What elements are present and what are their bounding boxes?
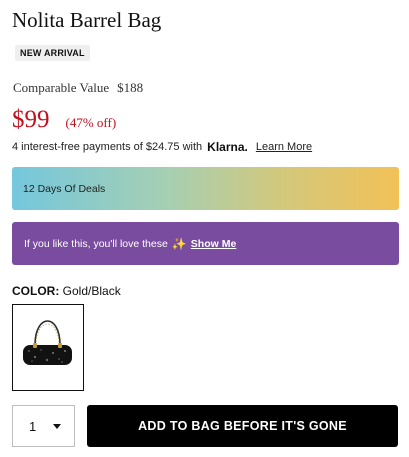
bag-thumbnail-image [23,320,72,365]
discount-percent: (47% off) [65,115,117,130]
quantity-selector[interactable]: 1 [12,405,75,447]
deals-banner-label: 12 Days Of Deals [23,182,106,195]
sparkle-icon: ✨ [171,236,187,251]
comparable-label: Comparable Value [13,80,110,95]
price-row: $99 (47% off) [12,104,116,137]
product-title: Nolita Barrel Bag [12,8,162,32]
klarna-installments: 4 interest-free payments of $24.75 with … [12,140,312,154]
recommendation-text: If you like this, you'll love these [24,237,168,250]
show-me-link[interactable]: Show Me [191,238,237,250]
color-value: Gold/Black [62,284,121,298]
sale-price: $99 [12,106,50,133]
new-arrival-badge: NEW ARRIVAL [15,45,90,61]
color-swatch-gold-black[interactable] [12,304,84,391]
add-to-bag-button[interactable]: ADD TO BAG BEFORE IT'S GONE [87,405,398,447]
color-label: COLOR: [12,284,60,298]
deals-banner[interactable]: 12 Days Of Deals [12,167,399,210]
chevron-down-icon [53,423,61,429]
klarna-text: 4 interest-free payments of $24.75 with [12,141,203,153]
recommendation-banner: If you like this, you'll love these ✨ Sh… [12,222,399,265]
comparable-value: Comparable Value $188 [13,80,143,96]
learn-more-link[interactable]: Learn More [256,141,312,153]
color-selection: COLOR: Gold/Black [12,284,121,298]
quantity-value: 1 [29,418,37,434]
klarna-logo: Klarna. [207,140,248,154]
comparable-price: $188 [117,80,144,95]
